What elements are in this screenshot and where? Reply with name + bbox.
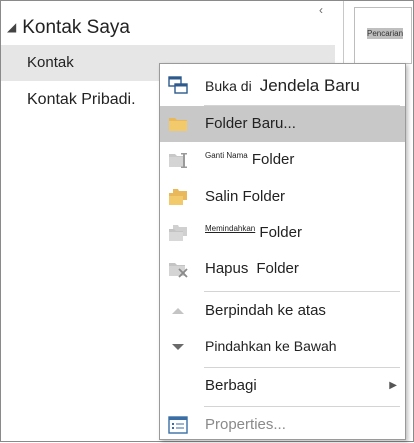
menu-label: Pindahkan ke Bawah	[205, 338, 337, 354]
menu-item-new-folder[interactable]: Folder Baru...	[160, 106, 405, 142]
menu-label: Berpindah ke atas	[205, 302, 326, 319]
menu-label: Properties...	[205, 416, 286, 433]
menu-label-part: Folder	[259, 224, 302, 241]
window-frame: ‹ ◢ Kontak Saya Kontak Kontak Pribadi. Pe…	[0, 0, 414, 442]
move-folder-icon	[169, 225, 187, 241]
menu-label-part: Ganti Nama	[205, 151, 248, 160]
menu-item-properties[interactable]: Properties...	[160, 407, 405, 443]
collapse-pane-icon[interactable]: ‹	[319, 3, 323, 17]
group-header-my-contacts[interactable]: ◢ Kontak Saya	[7, 17, 130, 39]
menu-label-part: Folder	[251, 151, 295, 168]
menu-label-part: Buka di	[205, 78, 252, 94]
group-title: Kontak Saya	[22, 17, 130, 38]
pane-divider	[343, 1, 344, 65]
arrow-down-icon	[172, 344, 184, 350]
menu-item-rename-folder[interactable]: Ganti Nama Folder	[160, 142, 405, 178]
folder-item-label: Kontak	[27, 54, 74, 71]
menu-item-move-folder[interactable]: Memindahkan Folder	[160, 215, 405, 251]
menu-item-open-new-window[interactable]: Buka di Jendela Baru	[160, 67, 405, 103]
context-menu: Buka di Jendela Baru Folder Baru... Ganti…	[159, 63, 406, 440]
menu-item-delete-folder[interactable]: Hapus Folder	[160, 251, 405, 287]
menu-separator	[204, 291, 400, 292]
arrow-up-icon	[172, 308, 184, 314]
search-box[interactable]: Pencarian	[354, 7, 412, 64]
delete-folder-icon	[169, 263, 188, 278]
menu-label-part: Folder	[256, 260, 299, 277]
menu-item-move-up[interactable]: Berpindah ke atas	[160, 293, 405, 329]
copy-folder-icon	[169, 189, 187, 205]
menu-label-part: Hapus	[205, 260, 249, 277]
menu-label: Berbagi	[205, 377, 257, 394]
menu-label-part: Jendela Baru	[259, 76, 360, 95]
menu-label: Folder Baru...	[205, 115, 296, 132]
folder-icon	[169, 118, 187, 131]
menu-item-copy-folder[interactable]: Salin Folder	[160, 179, 405, 215]
properties-icon	[168, 416, 188, 434]
menu-item-share[interactable]: Berbagi ▶	[160, 368, 405, 404]
menu-label: Salin Folder	[205, 188, 286, 205]
search-highlight-text: Pencarian	[367, 28, 404, 39]
rename-folder-icon	[169, 153, 187, 168]
expand-toggle-icon[interactable]: ◢	[7, 20, 16, 34]
window-icon	[168, 76, 188, 94]
menu-item-move-down[interactable]: Pindahkan ke Bawah	[160, 329, 405, 365]
submenu-arrow-icon: ▶	[389, 380, 397, 391]
menu-label-part: Memindahkan	[205, 224, 256, 233]
folder-item-kontak-pribadi[interactable]: Kontak Pribadi.	[27, 91, 136, 109]
